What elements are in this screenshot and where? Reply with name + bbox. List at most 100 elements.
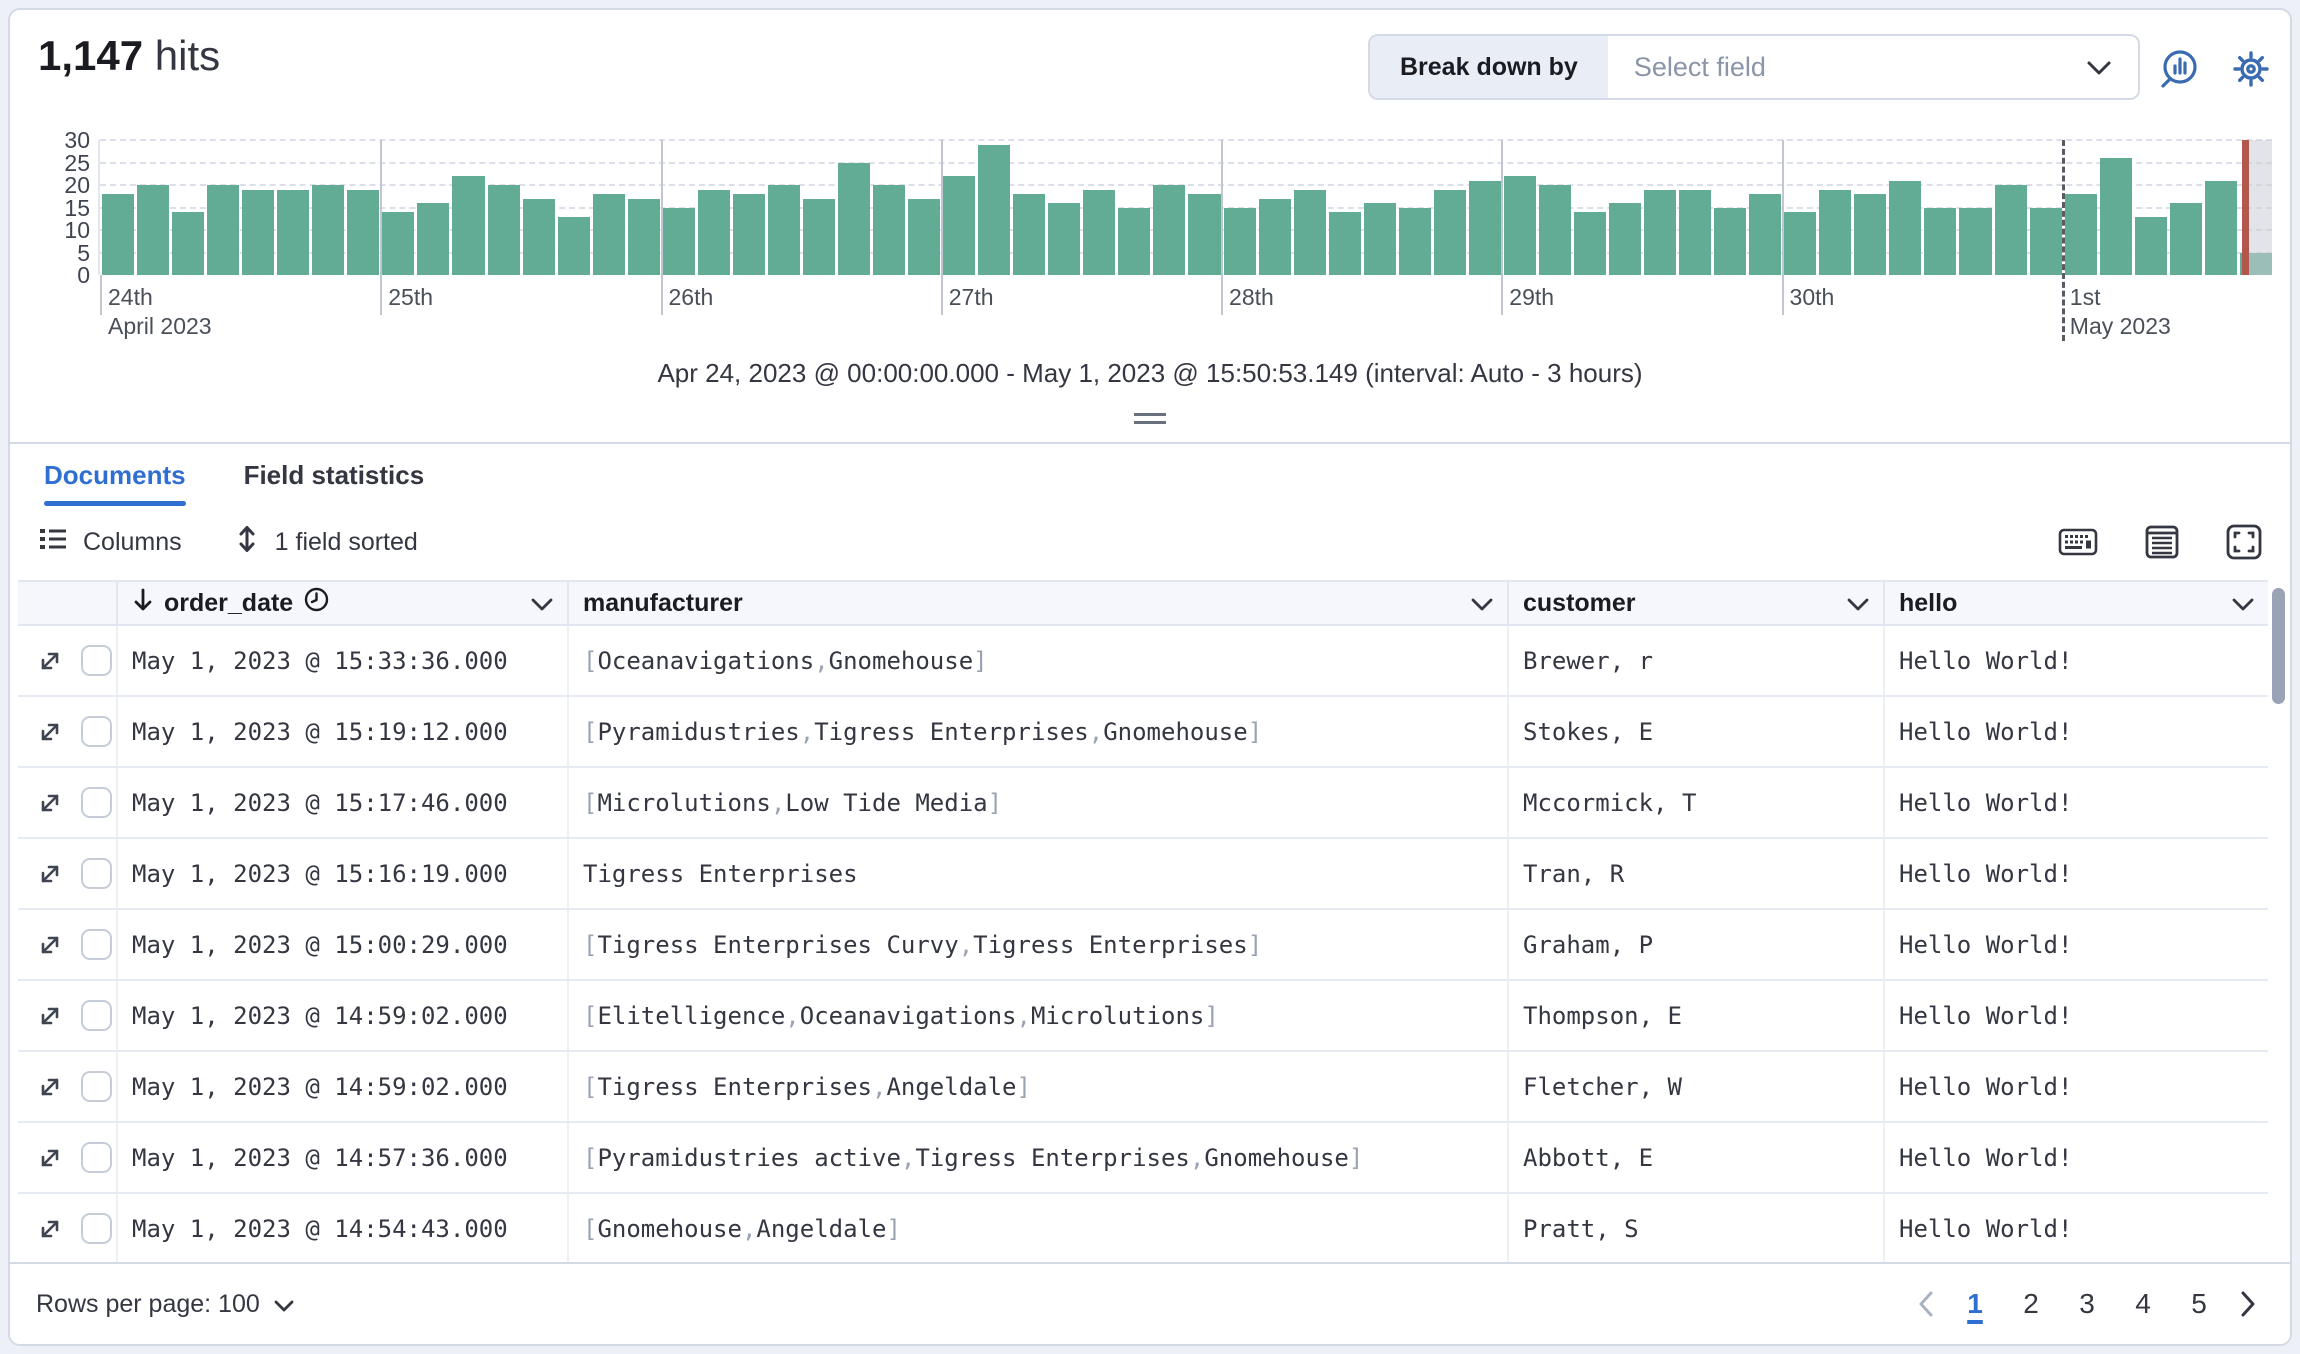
cell-manufacturer[interactable]: Tigress Enterprises — [569, 839, 1509, 908]
cell-manufacturer[interactable]: [Pyramidustries active, Tigress Enterpri… — [569, 1123, 1509, 1192]
histogram-bar[interactable] — [978, 144, 1011, 275]
cell-customer[interactable]: Thompson, E — [1509, 981, 1885, 1050]
cell-order-date[interactable]: May 1, 2023 @ 14:59:02.000 — [118, 981, 569, 1050]
cell-order-date[interactable]: May 1, 2023 @ 14:57:36.000 — [118, 1123, 569, 1192]
previous-page-icon[interactable] — [1910, 1291, 1942, 1317]
histogram-bar[interactable] — [767, 185, 800, 275]
histogram-bar[interactable] — [627, 198, 660, 275]
page-button-2[interactable]: 2 — [2008, 1280, 2054, 1328]
histogram-bar[interactable] — [1398, 207, 1431, 275]
histogram-bar[interactable] — [417, 203, 450, 275]
histogram-bar[interactable] — [697, 189, 730, 275]
histogram-bar[interactable] — [1153, 185, 1186, 275]
cell-manufacturer[interactable]: [Tigress Enterprises, Angeldale] — [569, 1052, 1509, 1121]
cell-order-date[interactable]: May 1, 2023 @ 15:19:12.000 — [118, 697, 569, 766]
histogram-bar[interactable] — [382, 212, 415, 275]
cell-manufacturer[interactable]: [Microlutions, Low Tide Media] — [569, 768, 1509, 837]
histogram-bar[interactable] — [908, 198, 941, 275]
histogram-bar[interactable] — [1188, 194, 1221, 275]
row-checkbox[interactable] — [81, 1071, 112, 1102]
histogram-bar[interactable] — [1363, 203, 1396, 275]
histogram-bar[interactable] — [1784, 212, 1817, 275]
histogram-bar[interactable] — [873, 185, 906, 275]
gear-icon[interactable] — [2228, 46, 2274, 92]
row-checkbox[interactable] — [81, 858, 112, 889]
page-button-4[interactable]: 4 — [2120, 1280, 2166, 1328]
cell-hello[interactable]: Hello World! — [1885, 626, 2268, 695]
histogram-bar[interactable] — [1118, 207, 1151, 275]
cell-hello[interactable]: Hello World! — [1885, 1194, 2268, 1263]
histogram-bar[interactable] — [347, 189, 380, 275]
page-button-5[interactable]: 5 — [2176, 1280, 2222, 1328]
row-checkbox[interactable] — [81, 929, 112, 960]
row-checkbox[interactable] — [81, 1000, 112, 1031]
column-header-order-date[interactable]: order_date — [118, 582, 569, 624]
columns-button[interactable]: Columns — [38, 525, 182, 560]
page-button-3[interactable]: 3 — [2064, 1280, 2110, 1328]
histogram-bar[interactable] — [2134, 216, 2167, 275]
histogram-bar[interactable] — [137, 185, 170, 275]
cell-hello[interactable]: Hello World! — [1885, 697, 2268, 766]
chart-resize-handle[interactable] — [1134, 413, 1166, 424]
cell-order-date[interactable]: May 1, 2023 @ 15:16:19.000 — [118, 839, 569, 908]
cell-customer[interactable]: Fletcher, W — [1509, 1052, 1885, 1121]
page-button-1[interactable]: 1 — [1952, 1280, 1998, 1328]
cell-hello[interactable]: Hello World! — [1885, 1052, 2268, 1121]
expand-row-icon[interactable] — [36, 1002, 64, 1030]
expand-row-icon[interactable] — [36, 647, 64, 675]
tab-documents[interactable]: Documents — [44, 446, 186, 506]
row-checkbox[interactable] — [81, 645, 112, 676]
cell-order-date[interactable]: May 1, 2023 @ 14:59:02.000 — [118, 1052, 569, 1121]
histogram-bar[interactable] — [452, 176, 485, 275]
histogram-bar[interactable] — [487, 185, 520, 275]
cell-order-date[interactable]: May 1, 2023 @ 15:17:46.000 — [118, 768, 569, 837]
cell-hello[interactable]: Hello World! — [1885, 981, 2268, 1050]
cell-order-date[interactable]: May 1, 2023 @ 15:33:36.000 — [118, 626, 569, 695]
cell-customer[interactable]: Stokes, E — [1509, 697, 1885, 766]
cell-order-date[interactable]: May 1, 2023 @ 15:00:29.000 — [118, 910, 569, 979]
histogram-bar[interactable] — [172, 212, 205, 275]
histogram-bar[interactable] — [1573, 212, 1607, 275]
histogram-bar[interactable] — [1924, 207, 1957, 275]
row-checkbox[interactable] — [81, 716, 112, 747]
histogram-bar[interactable] — [1083, 189, 1116, 275]
keyboard-icon[interactable] — [2058, 527, 2098, 557]
column-header-manufacturer[interactable]: manufacturer — [569, 582, 1509, 624]
cell-manufacturer[interactable]: [Oceanavigations, Gnomehouse] — [569, 626, 1509, 695]
sort-fields-button[interactable]: 1 field sorted — [234, 523, 418, 562]
histogram-bar[interactable] — [802, 198, 835, 275]
expand-row-icon[interactable] — [36, 860, 64, 888]
row-checkbox[interactable] — [81, 787, 112, 818]
histogram-bar[interactable] — [207, 185, 240, 275]
rows-per-page-button[interactable]: Rows per page: 100 — [36, 1290, 294, 1319]
cell-customer[interactable]: Brewer, r — [1509, 626, 1885, 695]
column-header-customer[interactable]: customer — [1509, 582, 1885, 624]
cell-hello[interactable]: Hello World! — [1885, 1123, 2268, 1192]
expand-row-icon[interactable] — [36, 789, 64, 817]
histogram-bar[interactable] — [1714, 207, 1747, 275]
histogram-bar[interactable] — [1503, 176, 1536, 275]
cell-customer[interactable]: Mccormick, T — [1509, 768, 1885, 837]
histogram-bar[interactable] — [102, 194, 135, 275]
histogram-bar[interactable] — [1293, 189, 1326, 275]
expand-row-icon[interactable] — [36, 1144, 64, 1172]
histogram-bar[interactable] — [1468, 180, 1501, 275]
next-page-icon[interactable] — [2232, 1291, 2264, 1317]
histogram-bar[interactable] — [943, 176, 976, 275]
histogram-bar[interactable] — [1609, 203, 1642, 275]
histogram-bar[interactable] — [1538, 185, 1571, 275]
visualization-icon[interactable] — [2156, 46, 2202, 92]
histogram-bar[interactable] — [2204, 180, 2237, 275]
histogram-bar[interactable] — [1433, 189, 1466, 275]
cell-manufacturer[interactable]: [Gnomehouse, Angeldale] — [569, 1194, 1509, 1263]
histogram-bar[interactable] — [1328, 212, 1361, 275]
expand-row-icon[interactable] — [36, 1073, 64, 1101]
cell-manufacturer[interactable]: [Tigress Enterprises Curvy, Tigress Ente… — [569, 910, 1509, 979]
breakdown-select[interactable]: Select field — [1608, 36, 2138, 98]
histogram-bar[interactable] — [1223, 207, 1256, 275]
histogram-bar[interactable] — [1854, 194, 1887, 275]
histogram-bar[interactable] — [662, 207, 695, 275]
expand-row-icon[interactable] — [36, 1215, 64, 1243]
tab-field-statistics[interactable]: Field statistics — [244, 446, 425, 504]
histogram-bar[interactable] — [1959, 207, 1992, 275]
